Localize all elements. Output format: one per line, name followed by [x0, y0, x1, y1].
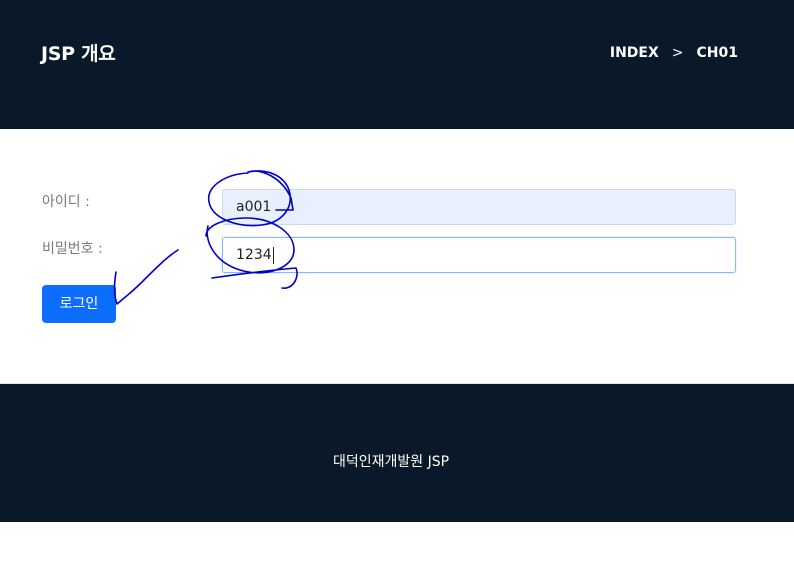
password-label: 비밀번호 : [42, 241, 103, 257]
password-input[interactable]: 1234 [222, 237, 736, 273]
login-button[interactable]: 로그인 [42, 285, 116, 323]
id-input[interactable]: a001 [222, 189, 736, 225]
breadcrumb-index[interactable]: INDEX [610, 45, 659, 61]
text-caret [272, 246, 274, 264]
login-form: 아이디 : a001 비밀번호 : 1234 로그인 [0, 129, 794, 383]
site-footer: 대덕인재개발원 JSP [0, 383, 794, 522]
footer-text: 대덕인재개발원 JSP [332, 454, 450, 470]
id-input-value: a001 [236, 199, 272, 215]
brand-title[interactable]: JSP 개요 [41, 39, 116, 66]
site-header: JSP 개요 INDEX > CH01 [0, 0, 794, 129]
chevron-right-icon: > [671, 45, 684, 61]
breadcrumb: INDEX > CH01 [610, 45, 738, 61]
password-input-value: 1234 [236, 247, 272, 263]
breadcrumb-ch01[interactable]: CH01 [697, 45, 738, 61]
id-label: 아이디 : [42, 194, 90, 210]
